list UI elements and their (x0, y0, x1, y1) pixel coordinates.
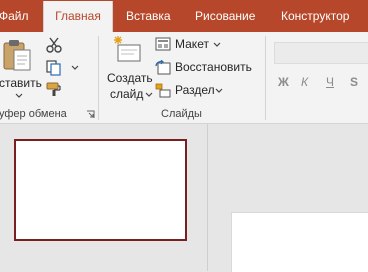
reset-label: Восстановить (175, 60, 252, 74)
tab-file[interactable]: Файл (0, 0, 29, 32)
slide-canvas[interactable] (231, 212, 368, 272)
new-slide-label-line2: слайд (110, 87, 144, 101)
italic-button[interactable]: К (301, 75, 308, 89)
slides-group: Создать слайд Макет Восстановить Раздел … (99, 32, 265, 123)
section-button[interactable]: Раздел (155, 82, 265, 100)
new-slide-button[interactable]: Создать слайд (105, 35, 153, 103)
shadow-button[interactable]: S (350, 75, 358, 89)
tab-home[interactable]: Главная (43, 1, 113, 32)
paste-button[interactable]: ставить (0, 36, 42, 100)
layout-button[interactable]: Макет (155, 36, 265, 54)
new-slide-icon (114, 36, 141, 62)
layout-icon (155, 37, 171, 51)
slides-group-label: Слайды (161, 108, 202, 120)
tab-insert[interactable]: Вставка (126, 0, 171, 32)
copy-icon[interactable] (45, 59, 63, 77)
clipboard-group: ставить уфер обмена (0, 32, 98, 123)
reset-icon (155, 60, 171, 75)
section-label: Раздел (175, 83, 215, 97)
chevron-down-icon[interactable] (71, 65, 79, 71)
tab-draw[interactable]: Рисование (195, 0, 255, 32)
reset-button[interactable]: Восстановить (155, 59, 265, 77)
scissors-icon[interactable] (45, 36, 63, 54)
clipboard-group-label: уфер обмена (0, 108, 67, 120)
format-painter-icon[interactable] (45, 80, 63, 98)
chevron-down-icon (215, 88, 223, 93)
layout-label: Макет (175, 37, 209, 51)
dialog-launcher-icon[interactable] (86, 110, 95, 119)
bold-button[interactable]: Ж (278, 75, 289, 89)
ribbon: ставить уфер обмена Создать слайд Макет … (0, 32, 368, 124)
new-slide-label-line1: Создать (107, 71, 153, 85)
clipboard-icon (3, 40, 31, 71)
font-group: Ж К Ч S (266, 32, 368, 123)
underline-button[interactable]: Ч (326, 75, 334, 89)
chevron-down-icon (213, 42, 221, 47)
chevron-down-icon (145, 92, 153, 97)
tab-design[interactable]: Конструктор (281, 0, 349, 32)
font-name-box[interactable] (274, 42, 368, 64)
ribbon-tab-bar: Файл Главная Вставка Рисование Конструкт… (0, 0, 368, 32)
slide-thumbnail[interactable] (14, 139, 187, 241)
paste-label: ставить (0, 76, 42, 90)
chevron-down-icon (15, 93, 23, 98)
section-icon (155, 83, 171, 98)
